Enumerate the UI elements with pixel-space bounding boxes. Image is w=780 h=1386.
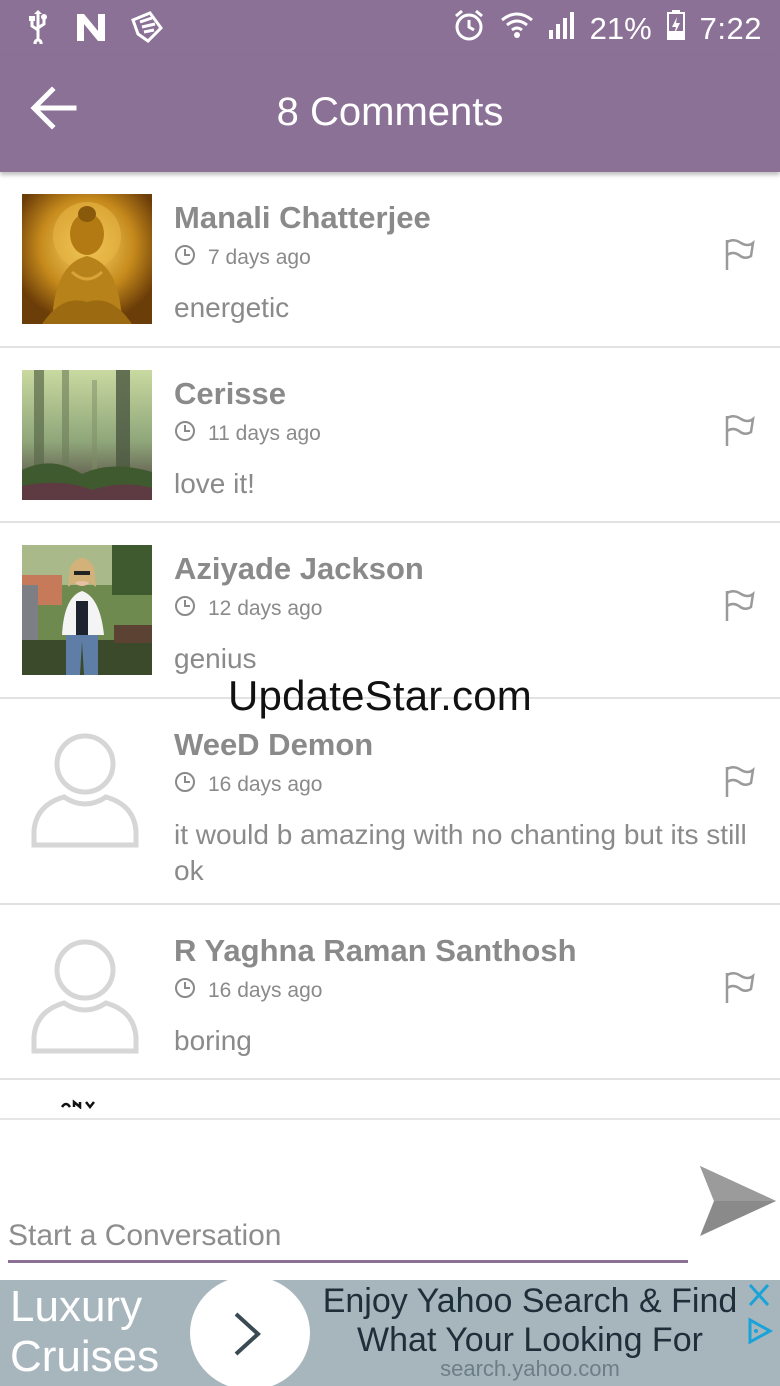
clock-icon: [174, 420, 196, 448]
flag-icon[interactable]: [724, 971, 756, 1005]
comment-author[interactable]: R Yaghna Raman Santhosh: [174, 933, 750, 969]
clock-icon: [174, 771, 196, 799]
comment-text: boring: [174, 1025, 252, 1056]
ad-url[interactable]: search.yahoo.com: [316, 1356, 744, 1382]
comment-timestamp: 16 days ago: [174, 977, 750, 1005]
ad-arrow-button[interactable]: [190, 1280, 310, 1386]
app-notification-icon: [130, 10, 164, 49]
close-icon[interactable]: [742, 1280, 776, 1310]
comment-time-text: 16 days ago: [208, 979, 323, 1002]
avatar[interactable]: [22, 370, 152, 500]
app-bar: 8 Comments: [0, 56, 780, 172]
send-icon[interactable]: [698, 1164, 778, 1238]
comment-text: love it!: [174, 468, 255, 499]
conversation-input[interactable]: [8, 1214, 688, 1258]
default-user-icon[interactable]: [22, 927, 152, 1057]
watermark-text: UpdateStar.com: [228, 672, 532, 719]
flag-icon[interactable]: [724, 765, 756, 799]
battery-icon: [666, 9, 686, 49]
clock-icon: [174, 244, 196, 272]
signal-icon: [548, 10, 576, 48]
comment-author[interactable]: WeeD Demon: [174, 727, 750, 763]
status-bar: 21% 7:22: [0, 0, 780, 56]
comment-time-text: 11 days ago: [208, 422, 321, 445]
flag-icon[interactable]: [724, 238, 756, 272]
wifi-icon: [500, 10, 534, 48]
comment-timestamp: 16 days ago: [174, 771, 750, 799]
comment-list[interactable]: Manali Chatterjee 7 days ago energetic C…: [0, 172, 780, 1120]
battery-percent: 21%: [589, 11, 652, 46]
partial-comment-fragment: [60, 1096, 120, 1114]
page-title: 8 Comments: [276, 90, 504, 134]
comment-item: R Yaghna Raman Santhosh 16 days ago bori…: [0, 905, 780, 1080]
adchoices-icon[interactable]: [742, 1316, 776, 1346]
avatar[interactable]: [22, 545, 152, 675]
ad-left-text[interactable]: Luxury Cruises: [10, 1282, 180, 1382]
comment-timestamp: 12 days ago: [174, 595, 750, 623]
flag-icon[interactable]: [724, 589, 756, 623]
comment-time-text: 12 days ago: [208, 597, 323, 620]
flag-icon[interactable]: [724, 414, 756, 448]
default-user-icon[interactable]: [22, 721, 152, 851]
clock-time: 7:22: [699, 11, 762, 46]
comment-time-text: 16 days ago: [208, 773, 323, 796]
comment-item-partial: [0, 1080, 780, 1120]
comment-text: it would b amazing with no chanting but …: [174, 819, 747, 886]
input-underline: [8, 1260, 688, 1263]
comment-author[interactable]: Cerisse: [174, 376, 750, 412]
comment-item: WeeD Demon 16 days ago it would b amazin…: [0, 699, 780, 905]
alarm-icon: [452, 8, 486, 50]
n-notification-icon: [74, 11, 108, 48]
comment-composer: [0, 1118, 780, 1280]
comment-timestamp: 7 days ago: [174, 244, 750, 272]
comment-timestamp: 11 days ago: [174, 420, 750, 448]
comment-author[interactable]: Aziyade Jackson: [174, 551, 750, 587]
comment-text: energetic: [174, 292, 290, 323]
usb-icon: [24, 10, 52, 49]
comment-author[interactable]: Manali Chatterjee: [174, 200, 750, 236]
ad-banner[interactable]: Luxury Cruises Enjoy Yahoo Search & Find…: [0, 1280, 780, 1386]
chevron-right-icon: [234, 1312, 261, 1356]
comment-item: Manali Chatterjee 7 days ago energetic: [0, 172, 780, 348]
comment-time-text: 7 days ago: [208, 246, 311, 269]
ad-headline[interactable]: Enjoy Yahoo Search & Find What Your Look…: [316, 1282, 744, 1360]
comment-item: Cerisse 11 days ago love it!: [0, 348, 780, 523]
avatar[interactable]: [22, 194, 152, 324]
clock-icon: [174, 977, 196, 1005]
clock-icon: [174, 595, 196, 623]
